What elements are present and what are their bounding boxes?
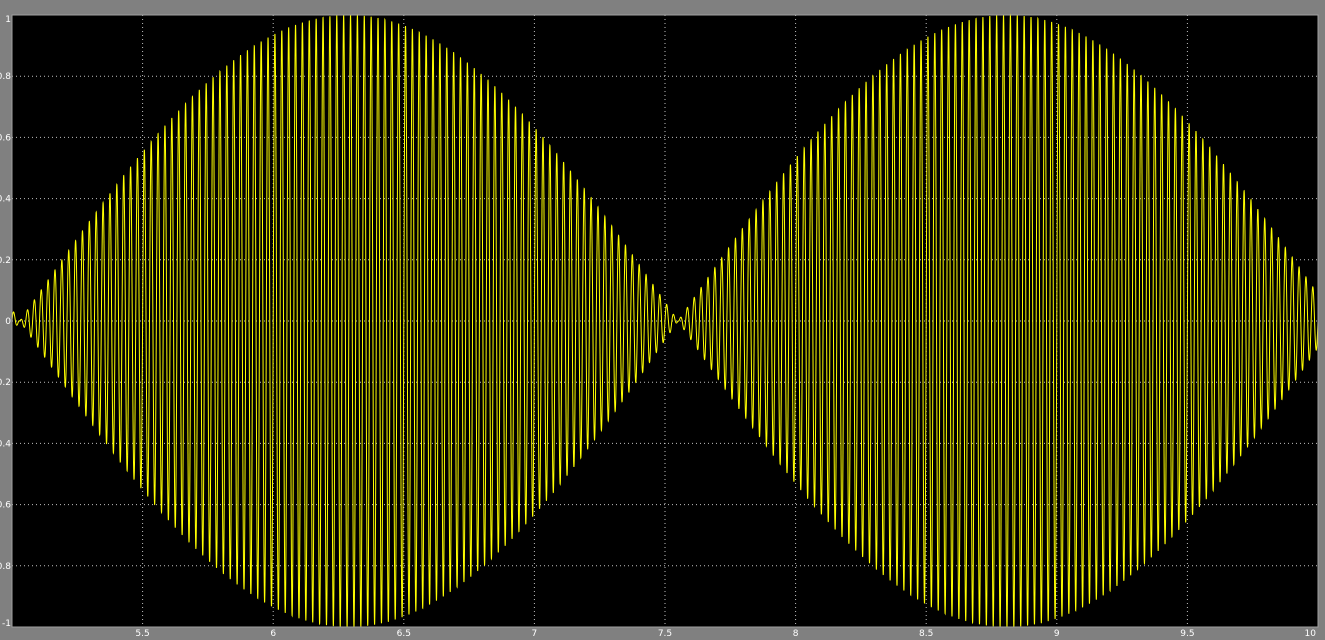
y-tick-label: 0 (5, 317, 11, 327)
y-tick-label: 1 (5, 15, 11, 25)
y-tick-label: 0.6 (0, 133, 11, 143)
y-tick-label: -0.6 (0, 501, 11, 511)
y-tick-label: -1 (2, 619, 11, 629)
x-tick-label: 8 (793, 629, 799, 639)
x-tick-label: 6 (270, 629, 276, 639)
x-tick-label: 8.5 (919, 629, 933, 639)
scope-display: 5.5 6 6.5 7 7.5 8 8.5 9 9.5 10 1 0.8 0.6 0.4 0.2 0 -0.2 -… (0, 0, 1325, 640)
y-tick-label: -0.4 (0, 439, 11, 449)
y-tick-label: -0.2 (0, 378, 11, 388)
y-tick-label: 0.4 (0, 195, 11, 205)
x-tick-label: 5.5 (135, 629, 149, 639)
x-tick-label: 6.5 (397, 629, 411, 639)
x-tick-label: 7.5 (658, 629, 672, 639)
x-tick-label: 7 (532, 629, 538, 639)
y-tick-label: 0.2 (0, 256, 11, 266)
x-tick-label: 9 (1054, 629, 1060, 639)
y-tick-label: -0.8 (0, 562, 11, 572)
x-tick-label: 10 (1305, 629, 1317, 639)
y-tick-label: 0.8 (0, 72, 11, 82)
x-tick-label: 9.5 (1180, 629, 1194, 639)
